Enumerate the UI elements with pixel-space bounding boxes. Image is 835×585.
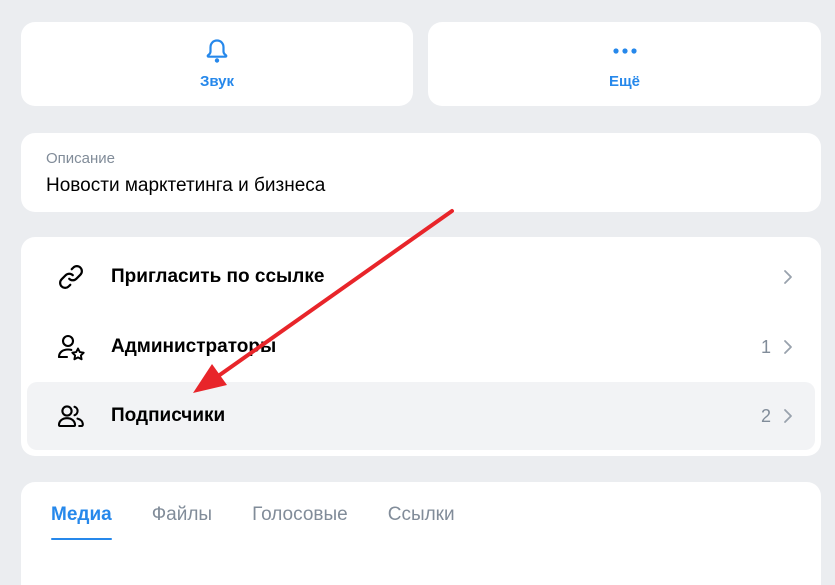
chevron-right-icon: [781, 268, 795, 286]
tab-links[interactable]: Ссылки: [388, 504, 455, 540]
tab-media[interactable]: Медиа: [51, 504, 112, 540]
chevron-right-icon: [781, 338, 795, 356]
users-icon: [56, 401, 86, 431]
media-tabs-card: Медиа Файлы Голосовые Ссылки: [21, 482, 821, 585]
administrators-row[interactable]: Администраторы 1: [27, 313, 815, 381]
chevron-right-icon: [781, 407, 795, 425]
media-tabs: Медиа Файлы Голосовые Ссылки: [51, 504, 495, 540]
administrators-count: 1: [760, 336, 771, 357]
tab-files[interactable]: Файлы: [152, 504, 212, 540]
invite-link-row[interactable]: Пригласить по ссылке: [27, 243, 815, 311]
tab-voice[interactable]: Голосовые: [252, 504, 348, 540]
description-card: Описание Новости марктетинга и бизнеса: [21, 133, 821, 212]
bell-icon: [204, 38, 230, 64]
administrators-label: Администраторы: [111, 336, 277, 357]
description-text: Новости марктетинга и бизнеса: [46, 175, 326, 196]
more-button-label: Ещё: [608, 73, 640, 90]
link-icon: [56, 262, 86, 292]
subscribers-label: Подписчики: [111, 405, 226, 426]
invite-link-label: Пригласить по ссылке: [111, 266, 325, 287]
user-star-icon: [56, 332, 86, 362]
description-label: Описание: [46, 150, 116, 167]
more-horizontal-icon: [612, 38, 638, 64]
more-button[interactable]: Ещё: [428, 22, 821, 106]
subscribers-count: 2: [760, 405, 771, 426]
subscribers-row[interactable]: Подписчики 2: [27, 382, 815, 450]
sound-button-label: Звук: [199, 73, 235, 90]
sound-button[interactable]: Звук: [21, 22, 413, 106]
channel-menu: Пригласить по ссылке Администраторы 1 По…: [21, 237, 821, 456]
